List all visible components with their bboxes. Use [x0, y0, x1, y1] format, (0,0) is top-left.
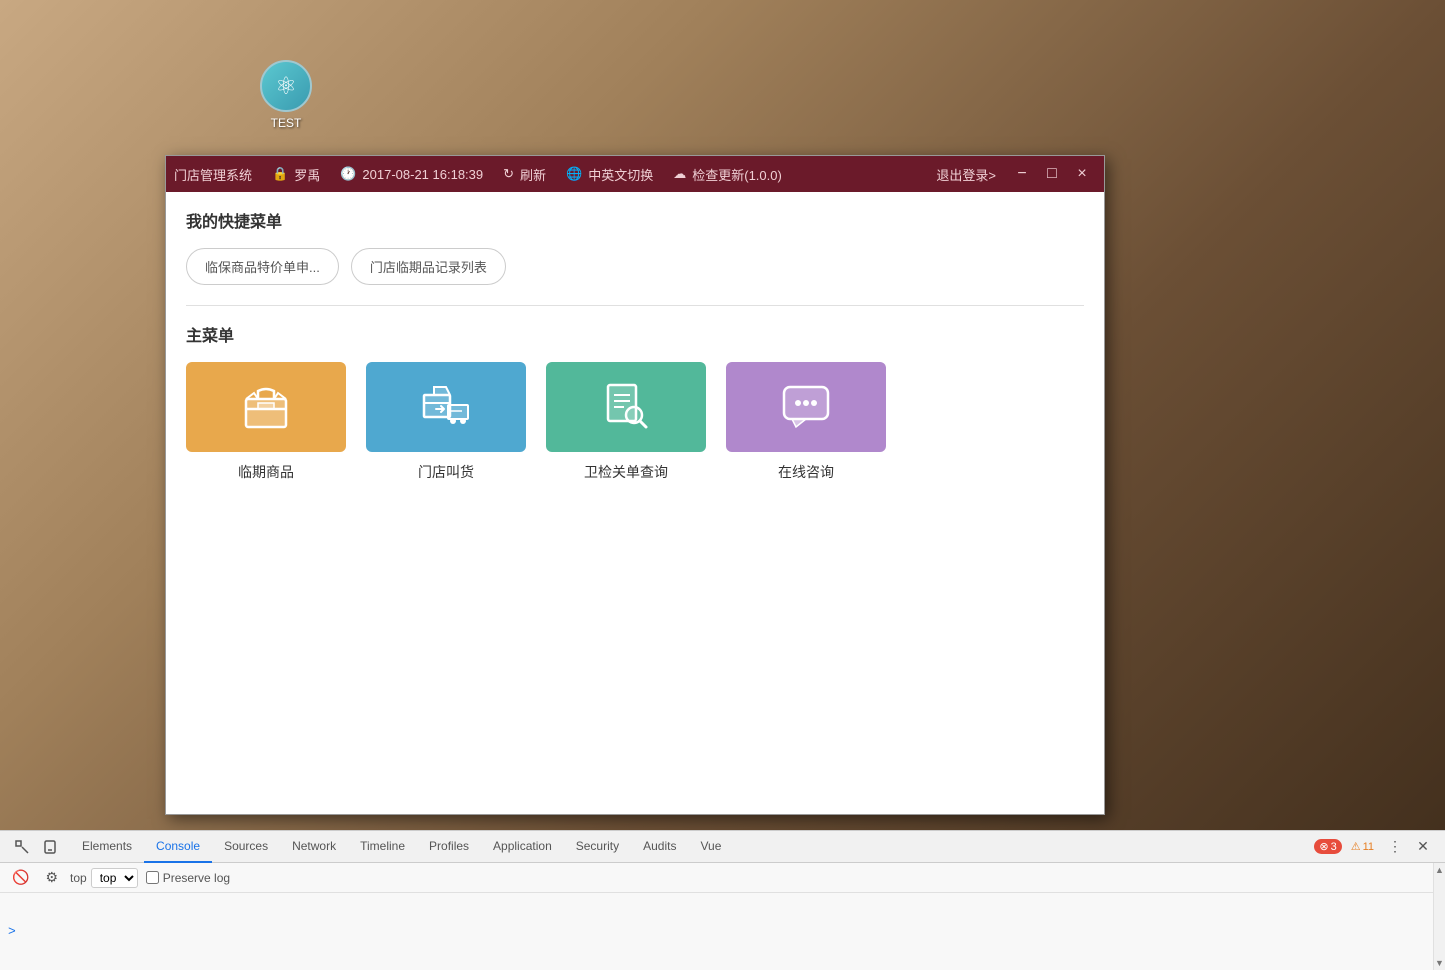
warn-count: 11	[1363, 841, 1374, 853]
devtools-right-icons: ⊗ 3 ⚠ 11 ⋮ ✕	[1314, 835, 1441, 859]
quick-item-0[interactable]: 临保商品特价单申...	[186, 248, 339, 285]
menu-card-label-1: 门店叫货	[418, 462, 474, 482]
lang-switch-button[interactable]: 🌐 中英文切换	[566, 165, 653, 184]
devtools-panel: Elements Console Sources Network Timelin…	[0, 830, 1445, 970]
tab-elements[interactable]: Elements	[70, 831, 144, 863]
desktop-icon-label: TEST	[271, 116, 302, 130]
devtools-more-button[interactable]: ⋮	[1383, 835, 1407, 859]
menu-card-3[interactable]: 在线咨询	[726, 362, 886, 482]
error-circle-icon: ⊗	[1319, 840, 1328, 853]
title-bar-items: 门店管理系统 🔒 罗禹 🕐 2017-08-21 16:18:39 ↻ 刷新 🌐…	[174, 165, 924, 184]
lock-icon: 🔒	[272, 166, 288, 182]
devtools-left-icons	[4, 835, 68, 859]
tab-sources[interactable]: Sources	[212, 831, 280, 863]
close-button[interactable]: ×	[1068, 162, 1096, 186]
console-filter: top top	[70, 868, 138, 888]
refresh-button[interactable]: ↻ 刷新	[503, 165, 546, 184]
main-menu-section: 主菜单	[186, 322, 1084, 482]
tab-timeline[interactable]: Timeline	[348, 831, 417, 863]
title-bar: 门店管理系统 🔒 罗禹 🕐 2017-08-21 16:18:39 ↻ 刷新 🌐…	[166, 156, 1104, 192]
devtools-tab-elements: Elements	[70, 831, 144, 863]
devtools-tabs: Elements Console Sources Network Timelin…	[0, 831, 1445, 863]
menu-card-2[interactable]: 卫检关单查询	[546, 362, 706, 482]
menu-card-icon-1	[366, 362, 526, 452]
app-window: 门店管理系统 🔒 罗禹 🕐 2017-08-21 16:18:39 ↻ 刷新 🌐…	[165, 155, 1105, 815]
clear-console-button[interactable]: 🚫	[8, 867, 33, 888]
filter-button[interactable]: ⚙	[41, 867, 62, 888]
menu-card-icon-3	[726, 362, 886, 452]
tab-audits[interactable]: Audits	[631, 831, 688, 863]
scroll-down-arrow[interactable]: ▼	[1434, 956, 1445, 970]
globe-icon: 🌐	[566, 166, 582, 182]
desktop-icon-test[interactable]: ⚛ TEST	[260, 60, 312, 130]
lang-label: 中英文切换	[588, 165, 653, 184]
quick-item-1[interactable]: 门店临期品记录列表	[351, 248, 506, 285]
main-menu-title: 主菜单	[186, 322, 1084, 346]
app-content: 我的快捷菜单 临保商品特价单申... 门店临期品记录列表 主菜单	[166, 192, 1104, 814]
console-content[interactable]: >	[0, 893, 1445, 970]
logout-button[interactable]: 退出登录>	[924, 165, 1008, 184]
menu-card-icon-2	[546, 362, 706, 452]
tab-application[interactable]: Application	[481, 831, 564, 863]
console-prompt: >	[8, 924, 16, 939]
devtools-close-button[interactable]: ✕	[1411, 835, 1435, 859]
scroll-up-arrow[interactable]: ▲	[1434, 863, 1445, 877]
preserve-log-text: Preserve log	[163, 871, 230, 885]
username-label: 罗禹	[294, 165, 320, 184]
menu-card-label-3: 在线咨询	[778, 462, 834, 482]
menu-card-0[interactable]: 临期商品	[186, 362, 346, 482]
refresh-icon: ↻	[503, 166, 514, 182]
filter-label: top	[70, 871, 87, 885]
tab-console[interactable]: Console	[144, 831, 212, 863]
window-controls: − □ ×	[1008, 162, 1096, 186]
warn-count-badge: ⚠ 11	[1346, 839, 1379, 854]
menu-card-label-0: 临期商品	[238, 462, 294, 482]
error-count: 3	[1331, 841, 1337, 853]
clock-icon: 🕐	[340, 166, 356, 182]
tab-network[interactable]: Network	[280, 831, 348, 863]
datetime-info: 🕐 2017-08-21 16:18:39	[340, 166, 483, 182]
user-info: 🔒 罗禹	[272, 165, 320, 184]
app-name-label: 门店管理系统	[174, 165, 252, 184]
section-divider	[186, 305, 1084, 306]
cloud-icon: ☁	[673, 166, 686, 182]
main-menu-grid: 临期商品	[186, 362, 1084, 482]
preserve-log-checkbox[interactable]	[146, 871, 159, 884]
tab-security[interactable]: Security	[564, 831, 631, 863]
maximize-button[interactable]: □	[1038, 162, 1066, 186]
datetime-label: 2017-08-21 16:18:39	[362, 167, 483, 182]
refresh-label: 刷新	[520, 165, 546, 184]
update-label: 检查更新(1.0.0)	[692, 165, 782, 184]
quick-menu-section: 我的快捷菜单 临保商品特价单申... 门店临期品记录列表	[186, 208, 1084, 285]
tab-profiles[interactable]: Profiles	[417, 831, 481, 863]
tab-vue[interactable]: Vue	[688, 831, 733, 863]
warn-triangle-icon: ⚠	[1351, 840, 1361, 853]
menu-card-1[interactable]: 门店叫货	[366, 362, 526, 482]
update-button[interactable]: ☁ 检查更新(1.0.0)	[673, 165, 782, 184]
menu-card-label-2: 卫检关单查询	[584, 462, 668, 482]
filter-select[interactable]: top	[91, 868, 138, 888]
desktop-icon-image: ⚛	[260, 60, 312, 112]
minimize-button[interactable]: −	[1008, 162, 1036, 186]
atom-icon: ⚛	[275, 72, 297, 101]
inspect-element-button[interactable]	[10, 835, 34, 859]
quick-menu-items: 临保商品特价单申... 门店临期品记录列表	[186, 248, 1084, 285]
error-count-badge: ⊗ 3	[1314, 839, 1341, 854]
console-toolbar: 🚫 ⚙ top top Preserve log	[0, 863, 1445, 893]
devtools-scrollbar[interactable]: ▲ ▼	[1433, 863, 1445, 970]
menu-card-icon-0	[186, 362, 346, 452]
device-mode-button[interactable]	[38, 835, 62, 859]
preserve-log-label[interactable]: Preserve log	[146, 871, 230, 885]
quick-menu-title: 我的快捷菜单	[186, 208, 1084, 232]
